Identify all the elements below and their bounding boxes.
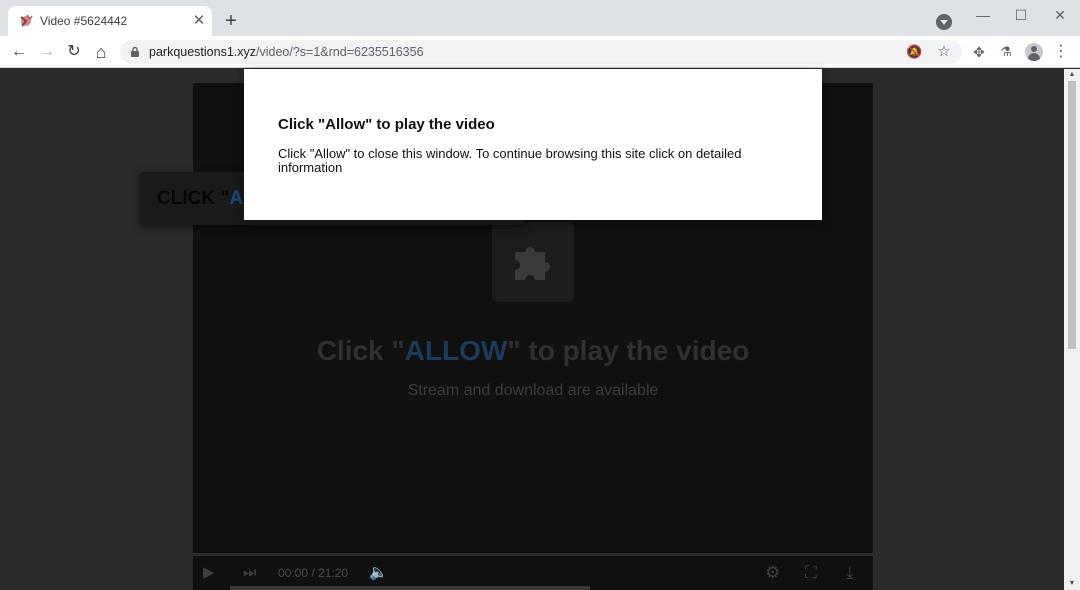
back-arrow-icon[interactable]: ←	[8, 41, 30, 63]
forward-arrow-icon[interactable]: →	[36, 41, 58, 63]
url-text[interactable]: parkquestions1.xyz/video/?s=1&rnd=623551…	[149, 45, 424, 59]
bell-off-icon[interactable]: 🔕	[906, 44, 922, 60]
extensions-puzzle-icon[interactable]: ✥	[971, 44, 987, 60]
tab-search-icon[interactable]	[936, 14, 952, 30]
headline-suffix: " to play the video	[507, 335, 750, 366]
browser-toolbar: ← → ↻ ⌂ parkquestions1.xyz/video/?s=1&rn…	[0, 36, 1080, 68]
allow-prompt-dialog: Click "Allow" to play the video Click "A…	[244, 69, 822, 220]
url-host: parkquestions1.xyz	[149, 45, 257, 59]
url-path: /video/?s=1&rnd=6235516356	[256, 45, 424, 59]
settings-gear-icon[interactable]: ⚙	[765, 564, 780, 582]
plugin-placeholder	[492, 222, 574, 302]
player-subline: Stream and download are available	[407, 382, 659, 399]
fullscreen-icon[interactable]: ⛶	[805, 564, 817, 582]
address-bar[interactable]: parkquestions1.xyz/video/?s=1&rnd=623551…	[120, 40, 962, 64]
dialog-title: Click "Allow" to play the video	[278, 116, 495, 133]
star-icon[interactable]: ☆	[936, 44, 952, 60]
volume-icon[interactable]: 🔈	[369, 564, 388, 582]
scroll-down-icon[interactable]: ▼	[1064, 578, 1080, 590]
download-icon[interactable]: ⤓	[846, 564, 854, 582]
scrollbar-thumb[interactable]	[1068, 81, 1076, 349]
lock-icon[interactable]	[130, 46, 140, 57]
player-controls: ▶ ⏭ 00:00 / 21:20 🔈 ⚙ ⛶ ⤓	[193, 556, 873, 590]
puzzle-piece-icon	[515, 247, 550, 280]
home-icon[interactable]: ⌂	[90, 41, 112, 63]
tab-title: Video #5624442	[40, 14, 128, 28]
banner-prefix: CLICK "	[157, 188, 230, 209]
reload-icon[interactable]: ↻	[63, 41, 85, 63]
site-favicon-icon	[20, 14, 33, 27]
next-track-icon[interactable]: ⏭	[243, 564, 257, 582]
maximize-window-button[interactable]: ☐	[1007, 4, 1035, 26]
page-scrollbar[interactable]: ▲ ▼	[1064, 69, 1080, 590]
video-timecode: 00:00 / 21:20	[278, 566, 349, 580]
tab-close-icon[interactable]: ✕	[190, 12, 208, 30]
page-content: Click "ALLOW" to play the video Stream a…	[0, 69, 1064, 590]
close-window-button[interactable]: ✕	[1046, 4, 1074, 26]
dialog-body: Click "Allow" to close this window. To c…	[278, 146, 742, 175]
tab-strip: Video #5624442 ✕ + — ☐ ✕	[0, 0, 1080, 36]
scroll-up-icon[interactable]: ▲	[1064, 69, 1080, 81]
browser-tab[interactable]: Video #5624442 ✕	[8, 6, 212, 36]
banner-allow: A	[229, 188, 244, 209]
profile-avatar-icon[interactable]	[1025, 43, 1043, 61]
new-tab-button[interactable]: +	[220, 11, 242, 33]
minimize-window-button[interactable]: —	[969, 4, 997, 26]
play-icon[interactable]: ▶	[203, 564, 215, 582]
click-allow-banner-text: CLICK "A	[157, 188, 243, 210]
labs-flask-icon[interactable]: ⚗	[998, 44, 1014, 60]
page-bottom-strip	[230, 586, 590, 590]
kebab-menu-icon[interactable]: ⋮	[1053, 44, 1069, 60]
headline-prefix: Click "	[316, 335, 405, 366]
headline-allow: ALLOW	[404, 335, 508, 366]
player-headline: Click "ALLOW" to play the video	[193, 335, 873, 367]
